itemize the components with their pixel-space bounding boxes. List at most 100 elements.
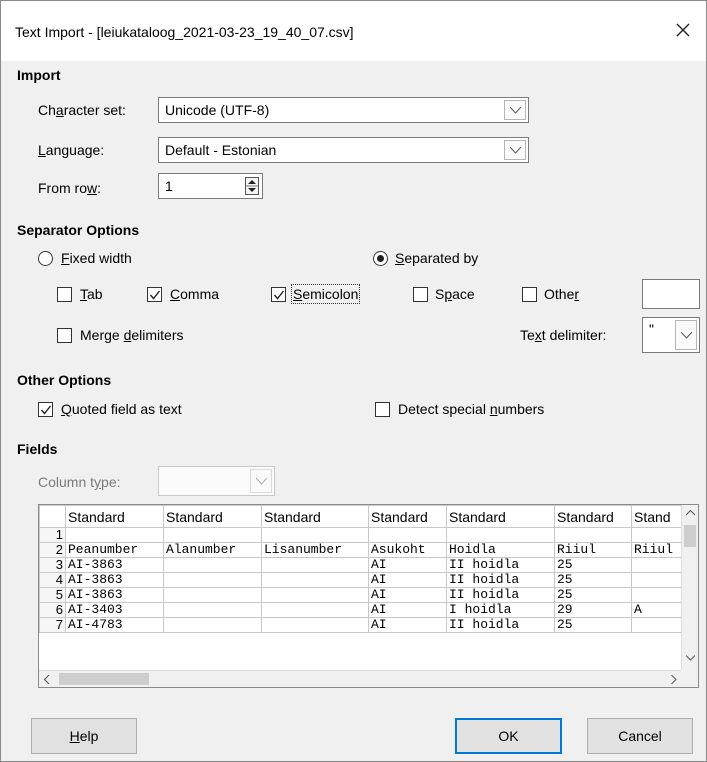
horizontal-scrollbar[interactable] (39, 670, 683, 687)
table-cell (163, 587, 262, 603)
fromrow-spinbox[interactable]: 1 (158, 173, 263, 199)
table-cell: 25 (554, 572, 632, 588)
chevron-right-icon[interactable] (671, 675, 677, 684)
cancel-button[interactable]: Cancel (587, 718, 693, 754)
comma-checkbox[interactable] (147, 287, 162, 302)
table-cell: II hoidla (446, 572, 555, 588)
tab-checkbox[interactable] (57, 287, 72, 302)
table-cell: AI-3863 (65, 587, 164, 603)
scrollbar-corner (681, 670, 698, 687)
text-import-dialog: Text Import - [leiukataloog_2021-03-23_1… (0, 0, 707, 762)
table-row: 2 Peanumber Alanumber Lisanumber Asukoht Hoid… (39, 542, 692, 558)
language-dropdown[interactable]: Default - Estonian (158, 137, 529, 163)
table-cell: II hoidla (446, 587, 555, 603)
charset-dropdown[interactable]: Unicode (UTF-8) (158, 97, 529, 123)
charset-label: Character set: (38, 102, 126, 118)
table-cell: AI-3863 (65, 557, 164, 573)
separated-by-label: Separated by (395, 250, 479, 266)
table-cell: AI (368, 587, 447, 603)
text-delimiter-dropdown[interactable]: " (642, 317, 700, 353)
table-cell (368, 527, 447, 543)
title-bar: Text Import - [leiukataloog_2021-03-23_1… (1, 1, 706, 61)
table-cell: Asukoht (368, 542, 447, 558)
table-cell: II hoidla (446, 617, 555, 633)
detect-special-numbers-checkbox[interactable] (375, 402, 390, 417)
row-number: 7 (39, 617, 66, 633)
table-cell (261, 527, 369, 543)
table-cell: 25 (554, 587, 632, 603)
spin-arrows-icon[interactable] (245, 177, 259, 195)
separated-by-radio[interactable] (373, 251, 388, 266)
column-header[interactable]: Standard (261, 505, 369, 528)
space-checkbox[interactable] (413, 287, 428, 302)
table-cell (163, 617, 262, 633)
help-button[interactable]: Help (31, 718, 137, 754)
other-checkbox[interactable] (522, 287, 537, 302)
fixed-width-radio[interactable] (38, 251, 53, 266)
table-cell (261, 587, 369, 603)
close-icon[interactable] (672, 19, 694, 41)
table-cell: AI (368, 617, 447, 633)
column-header[interactable]: Standard (554, 505, 632, 528)
row-number: 1 (39, 527, 66, 543)
table-cell: 25 (554, 617, 632, 633)
table-cell: Alanumber (163, 542, 262, 558)
vertical-scrollbar[interactable] (681, 505, 698, 673)
import-section-title: Import (17, 67, 61, 83)
fields-preview-grid[interactable]: Standard Standard Standard Standard Standard… (38, 504, 699, 688)
table-cell: I hoidla (446, 602, 555, 618)
chevron-down-icon[interactable] (250, 469, 272, 493)
grid-corner-cell (39, 505, 66, 528)
table-row: 4 AI-3863 AI II hoidla 25 (39, 572, 692, 588)
table-cell: AI (368, 602, 447, 618)
merge-delimiters-label: Merge delimiters (80, 327, 184, 343)
table-cell (261, 572, 369, 588)
column-header[interactable]: Standard (368, 505, 447, 528)
semicolon-checkbox[interactable] (271, 287, 286, 302)
other-separator-input[interactable] (642, 279, 700, 309)
chevron-up-icon[interactable] (686, 510, 695, 516)
comma-label: Comma (170, 286, 220, 302)
chevron-left-icon[interactable] (44, 675, 50, 684)
table-cell: Peanumber (65, 542, 164, 558)
table-row: 7 AI-4783 AI II hoidla 25 (39, 617, 692, 633)
table-cell (65, 527, 164, 543)
table-row: 3 AI-3863 AI II hoidla 25 (39, 557, 692, 573)
column-header[interactable]: Standard (163, 505, 262, 528)
row-number: 5 (39, 587, 66, 603)
horizontal-scroll-thumb[interactable] (59, 673, 149, 685)
column-type-dropdown[interactable] (158, 466, 275, 496)
table-cell (261, 617, 369, 633)
table-cell: II hoidla (446, 557, 555, 573)
row-number: 4 (39, 572, 66, 588)
chevron-down-icon[interactable] (686, 655, 695, 661)
language-label: Language: (38, 142, 105, 158)
preview-table: Standard Standard Standard Standard Standard… (39, 505, 692, 633)
table-cell (446, 527, 555, 543)
table-cell: Riiul (554, 542, 632, 558)
vertical-scroll-thumb[interactable] (684, 525, 696, 547)
chevron-down-icon[interactable] (675, 320, 697, 350)
column-header[interactable]: Standard (446, 505, 555, 528)
chevron-down-icon[interactable] (504, 140, 526, 160)
ok-button[interactable]: OK (455, 718, 562, 754)
table-cell (163, 527, 262, 543)
table-cell (554, 527, 632, 543)
table-cell: Lisanumber (261, 542, 369, 558)
table-cell (163, 557, 262, 573)
merge-delimiters-checkbox[interactable] (57, 328, 72, 343)
quoted-field-checkbox[interactable] (38, 402, 53, 417)
fields-section-title: Fields (17, 441, 58, 457)
table-cell: 29 (554, 602, 632, 618)
chevron-down-icon[interactable] (504, 100, 526, 120)
text-delimiter-value: " (649, 321, 654, 337)
fromrow-label: From row: (38, 180, 102, 196)
tab-label: Tab (80, 286, 103, 302)
table-cell (261, 557, 369, 573)
space-label: Space (435, 286, 475, 302)
column-header[interactable]: Standard (65, 505, 164, 528)
charset-value: Unicode (UTF-8) (165, 102, 270, 118)
window-title: Text Import - [leiukataloog_2021-03-23_1… (15, 24, 354, 40)
row-number: 6 (39, 602, 66, 618)
fixed-width-label: Fixed width (61, 250, 132, 266)
